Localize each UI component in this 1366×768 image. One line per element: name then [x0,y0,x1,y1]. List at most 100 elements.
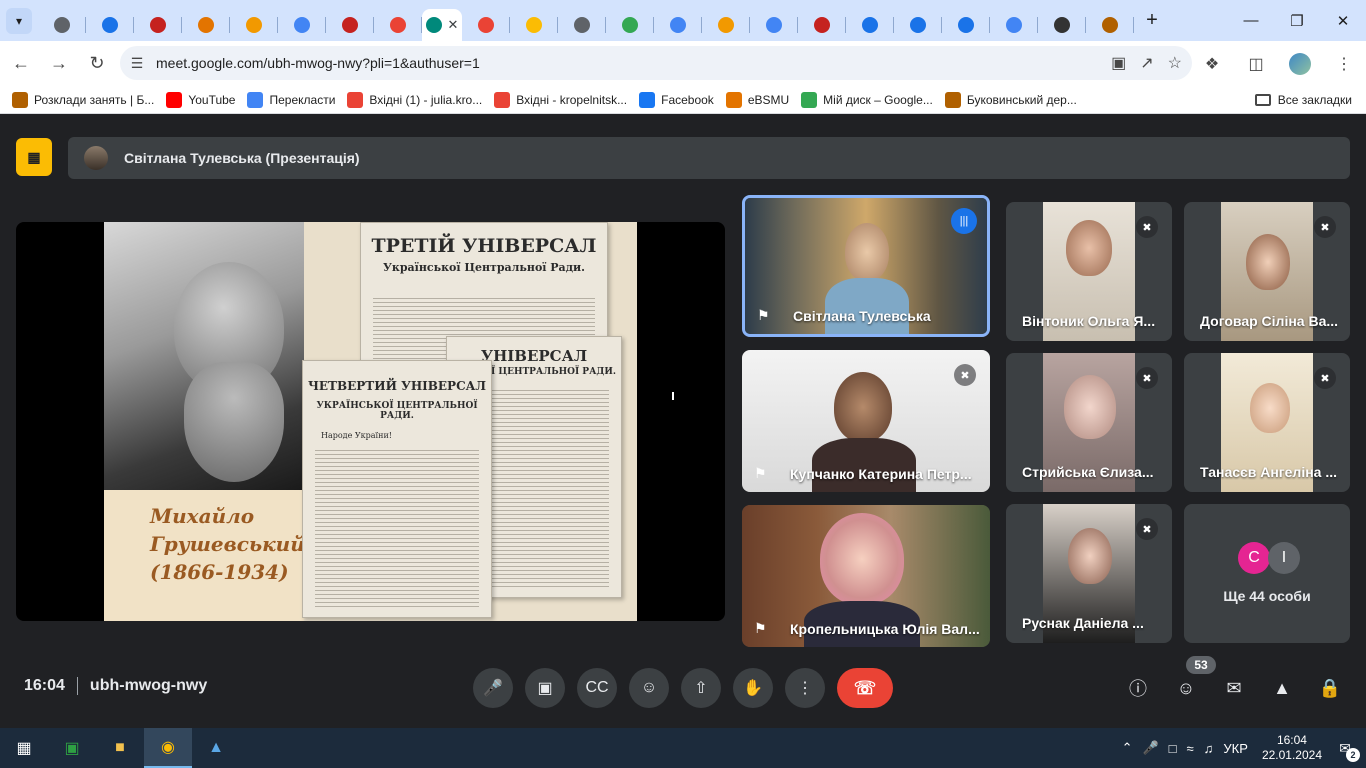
browser-tab[interactable] [134,9,182,41]
browser-tab[interactable] [230,9,278,41]
browser-tab[interactable]: ✕ [422,8,462,41]
people-icon[interactable]: ☺ [1168,668,1204,708]
browser-tab[interactable] [278,9,326,41]
captions-icon[interactable]: CC [577,668,617,708]
bookmark-item[interactable]: eBSMU [725,91,789,108]
language-indicator[interactable]: УКР [1223,741,1248,756]
more-options-icon[interactable]: ⋮ [785,668,825,708]
windows-start-icon[interactable]: ▦ [0,728,48,768]
doc3-title: ЧЕТВЕРТИЙ УНІВЕРСАЛ [307,379,487,393]
menu-kebab-icon[interactable]: ⋮ [1322,54,1366,74]
browser-tab[interactable] [38,9,86,41]
tab-search-chevron-down-icon[interactable]: ▾ [6,7,32,34]
microphone-tray-icon[interactable]: 🎤 [1142,740,1158,756]
address-bar[interactable]: ☰ meet.google.com/ubh-mwog-nwy?pli=1&aut… [120,46,1192,80]
pin-icon[interactable]: ⚑ [754,620,767,637]
browser-tab[interactable] [326,9,374,41]
browser-tab[interactable] [182,9,230,41]
tab-list: ✕ [38,0,1134,41]
camera-in-use-icon[interactable]: ▣ [1111,53,1126,73]
pin-icon[interactable]: ⚑ [757,307,770,324]
raise-hand-icon[interactable]: ✋ [733,668,773,708]
presentation-stage[interactable]: Михайло Грушевський (1866-1934) ТРЕТІЙ У… [16,222,725,621]
chrome-taskbar-icon[interactable]: ◉ [144,728,192,768]
browser-tab[interactable] [846,9,894,41]
bookmark-item[interactable]: Буковинський дер... [944,91,1077,108]
bookmark-item[interactable]: Розклади занять | Б... [12,91,154,108]
browser-tab[interactable] [86,9,134,41]
volume-icon[interactable]: ♫ [1204,741,1214,756]
browser-tab[interactable] [750,9,798,41]
participant-tile-small-5[interactable]: ✖ Руснак Даніела ... [1006,504,1172,643]
minimize-icon[interactable]: — [1228,0,1274,41]
site-info-icon[interactable]: ☰ [120,55,154,72]
host-controls-icon[interactable]: 🔒 [1312,668,1348,708]
file-explorer-icon[interactable]: ■ [96,728,144,768]
open-in-new-icon[interactable]: ↗ [1140,53,1153,73]
bookmark-item[interactable]: YouTube [166,91,235,108]
close-tab-icon[interactable]: ✕ [448,17,459,33]
participant-tile-small-4[interactable]: ✖ Танасєв Ангеліна ... [1184,353,1350,492]
bookmark-item[interactable]: Вхідні (1) - julia.kro... [347,91,482,108]
participant-name: Танасєв Ангеліна ... [1200,464,1338,480]
reload-icon[interactable]: ↻ [80,47,114,81]
browser-tab[interactable] [894,9,942,41]
extensions-icon[interactable]: ❖ [1190,54,1234,74]
wifi-icon[interactable]: ≈ [1187,741,1194,756]
bookmark-star-icon[interactable]: ☆ [1168,53,1182,73]
browser-tab[interactable] [558,9,606,41]
participant-tile-small-2[interactable]: ✖ Договар Сіліна Ва... [1184,202,1350,341]
emoji-icon[interactable]: ☺ [629,668,669,708]
new-tab-button[interactable]: + [1138,7,1166,35]
browser-tab[interactable] [990,9,1038,41]
bookmark-item[interactable]: Facebook [639,91,714,108]
more-participants-tile[interactable]: С І Ще 44 особи [1184,504,1350,643]
side-panel-icon[interactable]: ◫ [1234,54,1278,74]
bookmarks-bar: Розклади занять | Б... YouTube Перекласти В… [0,86,1366,114]
tray-clock[interactable]: 16:04 22.01.2024 [1262,733,1322,763]
browser-tab[interactable] [798,9,846,41]
participant-tile-main-2[interactable]: ✖ ⚑ Купчанко Катерина Петр... [742,350,990,492]
chevron-up-icon[interactable]: ⌃ [1122,740,1133,756]
participant-tile-small-1[interactable]: ✖ Вінтоник Ольга Я... [1006,202,1172,341]
participant-tile-main-1[interactable]: ||| ⚑ Світлана Тулевська [742,195,990,337]
participant-tile-small-3[interactable]: ✖ Стрийська Єлиза... [1006,353,1172,492]
info-icon[interactable]: ⓘ [1120,668,1156,708]
browser-tab[interactable] [702,9,750,41]
browser-tab[interactable] [374,9,422,41]
meeting-code: ubh-mwog-nwy [89,677,208,694]
browser-tab[interactable] [1038,9,1086,41]
participant-name: Кропельницька Юлія Вал... [790,621,980,637]
present-screen-icon[interactable]: ⇧ [681,668,721,708]
camera-icon[interactable]: ▣ [525,668,565,708]
browser-tab[interactable] [462,9,510,41]
end-call-button[interactable]: ☏ [837,668,893,708]
bookmark-item[interactable]: Мій диск – Google... [801,91,933,108]
battery-icon[interactable]: □ [1169,741,1177,756]
url-text[interactable]: meet.google.com/ubh-mwog-nwy?pli=1&authu… [156,55,480,71]
profile-avatar[interactable] [1289,52,1311,75]
browser-tab[interactable] [510,9,558,41]
close-window-icon[interactable]: ✕ [1320,0,1366,41]
presentation-icon[interactable]: ▦ [16,138,52,176]
participant-tile-main-3[interactable]: ⚑ Кропельницька Юлія Вал... [742,505,990,647]
activities-icon[interactable]: ▲ [1264,668,1300,708]
notifications-icon[interactable]: ✉ 2 [1334,737,1360,762]
all-bookmarks-button[interactable]: Все закладки [1254,86,1352,114]
microphone-icon[interactable]: 🎤 [473,668,513,708]
forward-arrow-icon[interactable]: → [42,47,76,81]
chat-icon[interactable]: ✉ [1216,668,1252,708]
photos-app-icon[interactable]: ▲ [192,728,240,768]
browser-tab[interactable] [942,9,990,41]
browser-tab[interactable] [654,9,702,41]
building-icon [12,91,28,108]
mic-off-icon: ✖ [1136,518,1158,540]
browser-tab[interactable] [1086,9,1134,41]
pin-icon[interactable]: ⚑ [754,465,767,482]
restore-icon[interactable]: ❐ [1274,0,1320,41]
back-arrow-icon[interactable]: ← [4,47,38,81]
bookmark-item[interactable]: Вхідні - kropelnitsk... [494,91,627,108]
camera-app-icon[interactable]: ▣ [48,728,96,768]
bookmark-item[interactable]: Перекласти [247,91,335,108]
browser-tab[interactable] [606,9,654,41]
